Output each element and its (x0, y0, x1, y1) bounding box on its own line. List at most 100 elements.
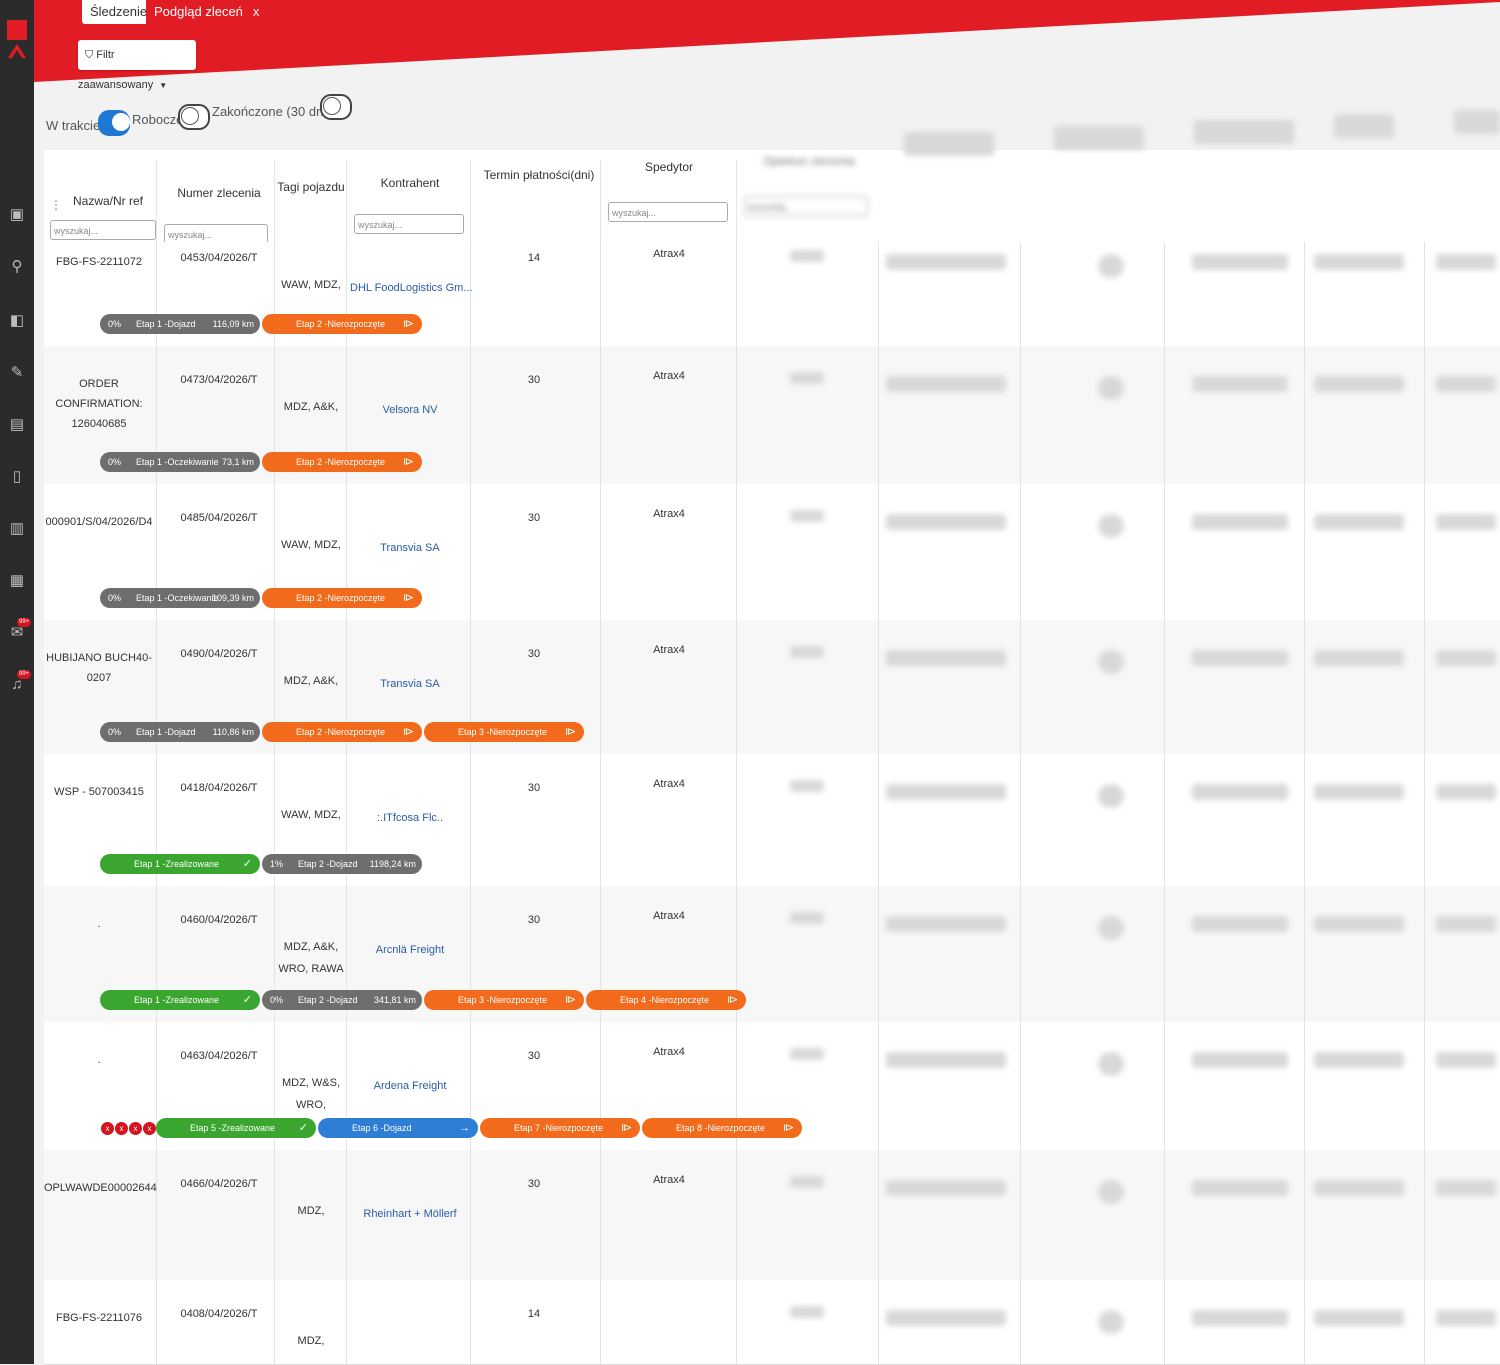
stage-pill[interactable]: 0% Etap 2 -Dojazd 341,81 km (262, 990, 422, 1010)
col-order-number[interactable]: Numer zlecenia (164, 186, 274, 200)
notifications-icon[interactable]: ♫ 99+ (8, 670, 32, 694)
invoice-icon[interactable]: ▥ (8, 520, 26, 538)
blurred-cell (1436, 784, 1496, 800)
stage-pill[interactable]: Etap 2 -Nierozpoczęte ⧐ (262, 588, 422, 608)
stage-pill[interactable]: Etap 3 -Nierozpoczęte ⧐ (424, 990, 584, 1010)
stage-pill[interactable]: Etap 6 -Dojazd → (318, 1118, 478, 1138)
contractor-link[interactable]: DHL FoodLogistics Gm... (350, 282, 472, 294)
blurred-cell (1436, 514, 1496, 530)
order-number-cell[interactable]: 0490/04/2026/T (164, 648, 274, 660)
table-row[interactable]: 000901/S/04/2026/D4 0485/04/2026/T WAW, MD… (44, 484, 1500, 621)
stage-pill[interactable]: Etap 4 -Nierozpoczęte ⧐ (586, 990, 746, 1010)
finished-toggle[interactable] (178, 104, 210, 130)
stage-pill[interactable]: 0% Etap 1 -Oczekiwanie 109,39 km (100, 588, 260, 608)
order-number-cell[interactable]: 0466/04/2026/T (164, 1178, 274, 1190)
cancelled-stage-icon[interactable]: x (114, 1121, 129, 1136)
phone-icon[interactable]: ▯ (8, 468, 26, 486)
stage-pill[interactable]: Etap 2 -Nierozpoczęte ⧐ (262, 452, 422, 472)
close-tab-icon[interactable]: x (253, 4, 260, 19)
col-forwarder[interactable]: Spedytor (614, 160, 724, 174)
tab-order-preview[interactable]: Podgląd zleceń x (146, 0, 268, 24)
table-row[interactable]: FBG-FS-2211072 0453/04/2026/T WAW, MDZ, DHL… (44, 242, 1500, 347)
stage-label: Etap 1 -Zrealizowane (134, 859, 220, 869)
contractor-link[interactable]: Ardena Freight (350, 1080, 470, 1092)
column-divider (1424, 484, 1425, 620)
col-name[interactable]: Nazwa/Nr ref (58, 194, 158, 208)
table-row[interactable]: WSP - 507003415 0418/04/2026/T WAW, MDZ,:.… (44, 754, 1500, 887)
app-logo[interactable] (4, 20, 30, 60)
stage-pill[interactable]: 0% Etap 1 -Dojazd 110,86 km (100, 722, 260, 742)
finished-toggle-2[interactable] (320, 94, 352, 120)
order-number-cell[interactable]: 0460/04/2026/T (164, 914, 274, 926)
forwarder-cell: Atrax4 (653, 910, 685, 922)
stage-pill[interactable]: Etap 2 -Nierozpoczęte ⧐ (262, 722, 422, 742)
contractor-link[interactable]: Arcnlä Freight (350, 944, 470, 956)
vehicle-tags-cell: MDZ, A&K, WRO, RAWA (278, 941, 344, 975)
stage-pill[interactable]: Etap 5 -Zrealizowane ✓ (156, 1118, 316, 1138)
messages-icon[interactable]: ✉ 99+ (8, 618, 32, 642)
table-row[interactable]: ORDER CONFIRMATION: 126040685 0473/04/202… (44, 346, 1500, 485)
col-vehicle-tags[interactable]: Tagi pojazdu (276, 180, 346, 194)
column-divider (156, 1280, 157, 1364)
stage-pill[interactable]: 0% Etap 1 -Oczekiwanie 73,1 km (100, 452, 260, 472)
column-divider (1304, 1022, 1305, 1150)
search-order-input[interactable]: wyszukaj... (164, 224, 268, 244)
contractor-link[interactable]: Transvia SA (350, 678, 470, 690)
caretaker-blurred (790, 1048, 824, 1060)
edit-icon[interactable]: ✎ (8, 364, 26, 382)
contractor-link[interactable]: :.ITfcosa Flc.. (350, 812, 470, 824)
order-number-cell[interactable]: 0485/04/2026/T (164, 512, 274, 524)
order-number-cell[interactable]: 0408/04/2026/T (164, 1308, 274, 1320)
column-divider (1164, 484, 1165, 620)
advanced-filter-button[interactable]: ⛉ Filtr zaawansowany ▼ (78, 40, 196, 91)
stage-pill[interactable]: Etap 3 -Nierozpoczęte ⧐ (424, 722, 584, 742)
draft-toggle-knob (112, 113, 130, 131)
column-divider (736, 346, 737, 484)
map-icon[interactable]: ⚲ (8, 258, 26, 276)
contractor-link[interactable]: Rheinhart + Möllerf (350, 1208, 470, 1220)
contractor-link[interactable]: Transvia SA (350, 542, 470, 554)
search-contractor-input[interactable]: wyszukaj... (354, 214, 464, 234)
table-row[interactable]: OPLWAWDE00002644 0466/04/2026/T MDZ, Rheinh… (44, 1150, 1500, 1281)
table-row[interactable]: FBG-FS-2211076 0408/04/2026/T MDZ, 14 (44, 1280, 1500, 1365)
stage-percent: 0% (270, 995, 284, 1005)
order-number-cell[interactable]: 0453/04/2026/T (164, 252, 274, 264)
stage-pill[interactable]: Etap 1 -Zrealizowane ✓ (100, 990, 260, 1010)
order-number-cell[interactable]: 0473/04/2026/T (164, 374, 274, 386)
column-divider (878, 1150, 879, 1280)
calendar-icon[interactable]: ▦ (8, 572, 26, 590)
dashboard-icon[interactable]: ▣ (8, 206, 26, 224)
column-divider (736, 242, 737, 346)
search-name-input[interactable]: wyszukaj... (50, 220, 156, 240)
document-icon[interactable]: ▤ (8, 416, 26, 434)
contractor-link[interactable]: Velsora NV (350, 404, 470, 416)
order-number-cell[interactable]: 0463/04/2026/T (164, 1050, 274, 1062)
tab-tracking[interactable]: Śledzenie (82, 0, 156, 24)
cancelled-stage-icon[interactable]: x (128, 1121, 143, 1136)
table-row[interactable]: . 0463/04/2026/T MDZ, W&S, WRO, Ardena Frei… (44, 1022, 1500, 1151)
stage-pill[interactable]: 0% Etap 1 -Dojazd 116,09 km (100, 314, 260, 334)
stage-pill[interactable]: Etap 1 -Zrealizowane ✓ (100, 854, 260, 874)
table-row[interactable]: . 0460/04/2026/T MDZ, A&K, WRO, RAWA Arcnlä… (44, 886, 1500, 1023)
col-payment-term[interactable]: Termin płatności(dni) (474, 168, 604, 182)
payment-term-cell: 30 (527, 1050, 541, 1062)
search-caretaker-input[interactable]: wyszukaj... (744, 196, 868, 216)
blurred-cell (1436, 254, 1496, 270)
stage-pill[interactable]: Etap 2 -Nierozpoczęte ⧐ (262, 314, 422, 334)
column-divider (470, 484, 471, 620)
table-row[interactable]: HUBIJANO BUCH40-0207 0490/04/2026/T MDZ, A… (44, 620, 1500, 755)
stage-pill[interactable]: Etap 7 -Nierozpoczęte ⧐ (480, 1118, 640, 1138)
cancelled-stage-icon[interactable]: x (142, 1121, 157, 1136)
col-caretaker[interactable]: Opiekun zlecenia (744, 154, 874, 168)
header-divider (346, 160, 347, 242)
cancelled-stage-icon[interactable]: x (100, 1121, 115, 1136)
col-contractor[interactable]: Kontrahent (350, 176, 470, 190)
truck-icon[interactable]: ◧ (8, 312, 26, 330)
stage-pill[interactable]: 1% Etap 2 -Dojazd 1198,24 km (262, 854, 422, 874)
draft-toggle[interactable] (98, 110, 130, 136)
stage-pill[interactable]: Etap 8 -Nierozpoczęte ⧐ (642, 1118, 802, 1138)
order-number-cell[interactable]: 0418/04/2026/T (164, 782, 274, 794)
search-forwarder-input[interactable]: wyszukaj... (608, 202, 728, 222)
column-divider (1020, 242, 1021, 346)
stage-label: Etap 5 -Zrealizowane (190, 1123, 276, 1133)
